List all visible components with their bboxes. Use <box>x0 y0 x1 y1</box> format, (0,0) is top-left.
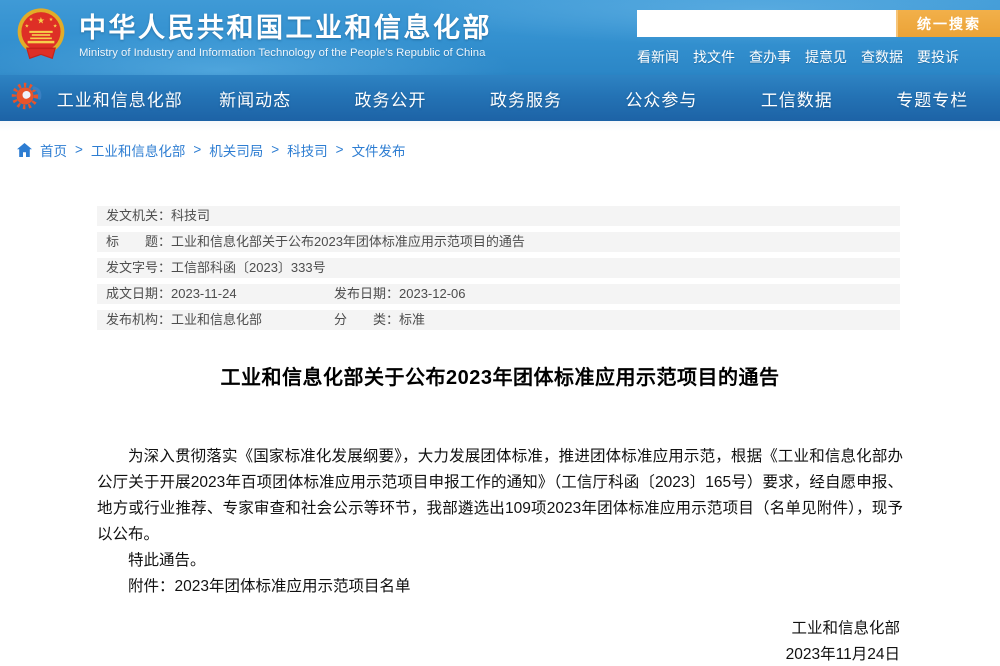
attachment-line: 附件：2023年团体标准应用示范项目名单 <box>97 574 903 596</box>
brand-text: 中华人民共和国工业和信息化部 Ministry of Industry and … <box>79 12 492 59</box>
breadcrumb-science-tech-dept[interactable]: 科技司 <box>287 140 328 160</box>
meta-label: 发文机关： <box>106 206 171 226</box>
body-paragraph: 为深入贯彻落实《国家标准化发展纲要》，大力发展团体标准，推进团体标准应用示范，根… <box>97 444 903 548</box>
site-subtitle: Ministry of Industry and Information Tec… <box>79 47 492 59</box>
document-meta-table: 发文机关：科技司 标 题：工业和信息化部关于公布2023年团体标准应用示范项目的… <box>97 206 900 336</box>
meta-label: 标 题： <box>106 232 171 252</box>
meta-publish-date: 发布日期：2023-12-06 <box>334 284 466 304</box>
meta-row-publisher-category: 发布机构：工业和信息化部 分 类：标准 <box>97 310 900 330</box>
quick-link-see-news[interactable]: 看新闻 <box>637 47 679 67</box>
site-header: ★ ★ ★ ★ ★ 中华人民共和国工业和信息化部 Ministry of Ind… <box>0 0 1000 75</box>
breadcrumb-separator: > <box>271 142 279 157</box>
home-icon[interactable] <box>17 143 32 157</box>
main-nav: 工业和信息化部 新闻动态 政务公开 政务服务 公众参与 工信数据 专题专栏 <box>0 75 1000 121</box>
meta-value: 工业和信息化部关于公布2023年团体标准应用示范项目的通告 <box>171 232 525 252</box>
meta-publisher: 发布机构：工业和信息化部 <box>106 310 334 330</box>
document-content: 发文机关：科技司 标 题：工业和信息化部关于公布2023年团体标准应用示范项目的… <box>0 178 1000 666</box>
document-body: 为深入贯彻落实《国家标准化发展纲要》，大力发展团体标准，推进团体标准应用示范，根… <box>97 444 903 574</box>
svg-text:★: ★ <box>49 17 54 23</box>
breadcrumb-separator: > <box>75 142 83 157</box>
meta-row-dates: 成文日期：2023-11-24 发布日期：2023-12-06 <box>97 284 900 304</box>
breadcrumb-document-release[interactable]: 文件发布 <box>352 140 406 160</box>
miit-gear-logo-icon[interactable] <box>10 80 52 117</box>
meta-label: 发文字号： <box>106 258 171 278</box>
breadcrumb-home[interactable]: 首页 <box>40 140 67 160</box>
svg-text:★: ★ <box>25 24 30 30</box>
svg-text:★: ★ <box>37 15 45 25</box>
quick-links: 看新闻 找文件 查办事 提意见 查数据 要投诉 <box>637 47 1000 67</box>
svg-text:★: ★ <box>53 24 58 30</box>
site-brand-link[interactable]: ★ ★ ★ ★ ★ 中华人民共和国工业和信息化部 Ministry of Ind… <box>16 7 492 63</box>
breadcrumb-separator: > <box>193 142 201 157</box>
nav-item-public-participation[interactable]: 公众参与 <box>594 86 729 111</box>
meta-row-issuing-agency: 发文机关：科技司 <box>97 206 900 226</box>
quick-link-feedback[interactable]: 提意见 <box>805 47 847 67</box>
site-title: 中华人民共和国工业和信息化部 <box>79 12 492 44</box>
quick-link-check-data[interactable]: 查数据 <box>861 47 903 67</box>
nav-item-special-columns[interactable]: 专题专栏 <box>865 86 1000 111</box>
national-emblem-icon: ★ ★ ★ ★ ★ <box>16 7 66 63</box>
breadcrumb-departments[interactable]: 机关司局 <box>209 140 263 160</box>
quick-link-find-files[interactable]: 找文件 <box>693 47 735 67</box>
document-title: 工业和信息化部关于公布2023年团体标准应用示范项目的通告 <box>0 361 1000 390</box>
breadcrumb: 首页 > 工业和信息化部 > 机关司局 > 科技司 > 文件发布 <box>0 121 1000 178</box>
signature-block: 工业和信息化部 2023年11月24日 <box>786 616 900 666</box>
nav-item-miit[interactable]: 工业和信息化部 <box>52 86 187 111</box>
quick-link-complaint[interactable]: 要投诉 <box>917 47 959 67</box>
meta-category: 分 类：标准 <box>334 310 425 330</box>
page: ★ ★ ★ ★ ★ 中华人民共和国工业和信息化部 Ministry of Ind… <box>0 0 1000 666</box>
nav-item-miit-data[interactable]: 工信数据 <box>729 86 864 111</box>
meta-row-title: 标 题：工业和信息化部关于公布2023年团体标准应用示范项目的通告 <box>97 232 900 252</box>
meta-value: 科技司 <box>171 206 210 226</box>
meta-value: 工信部科函〔2023〕333号 <box>171 258 326 278</box>
unified-search-button[interactable]: 统一搜索 <box>896 10 1000 37</box>
meta-row-document-number: 发文字号：工信部科函〔2023〕333号 <box>97 258 900 278</box>
svg-text:★: ★ <box>29 17 34 23</box>
signature-date: 2023年11月24日 <box>786 642 900 666</box>
breadcrumb-miit[interactable]: 工业和信息化部 <box>91 140 186 160</box>
meta-written-date: 成文日期：2023-11-24 <box>106 284 334 304</box>
signer-name: 工业和信息化部 <box>786 616 900 641</box>
breadcrumb-separator: > <box>336 142 344 157</box>
nav-item-news[interactable]: 新闻动态 <box>187 86 322 111</box>
nav-item-gov-disclosure[interactable]: 政务公开 <box>323 86 458 111</box>
quick-link-check-services[interactable]: 查办事 <box>749 47 791 67</box>
search-input[interactable] <box>637 10 896 37</box>
nav-item-gov-services[interactable]: 政务服务 <box>458 86 593 111</box>
body-closing-line: 特此通告。 <box>97 548 903 574</box>
search-area: 统一搜索 看新闻 找文件 查办事 提意见 查数据 要投诉 <box>637 10 1000 67</box>
